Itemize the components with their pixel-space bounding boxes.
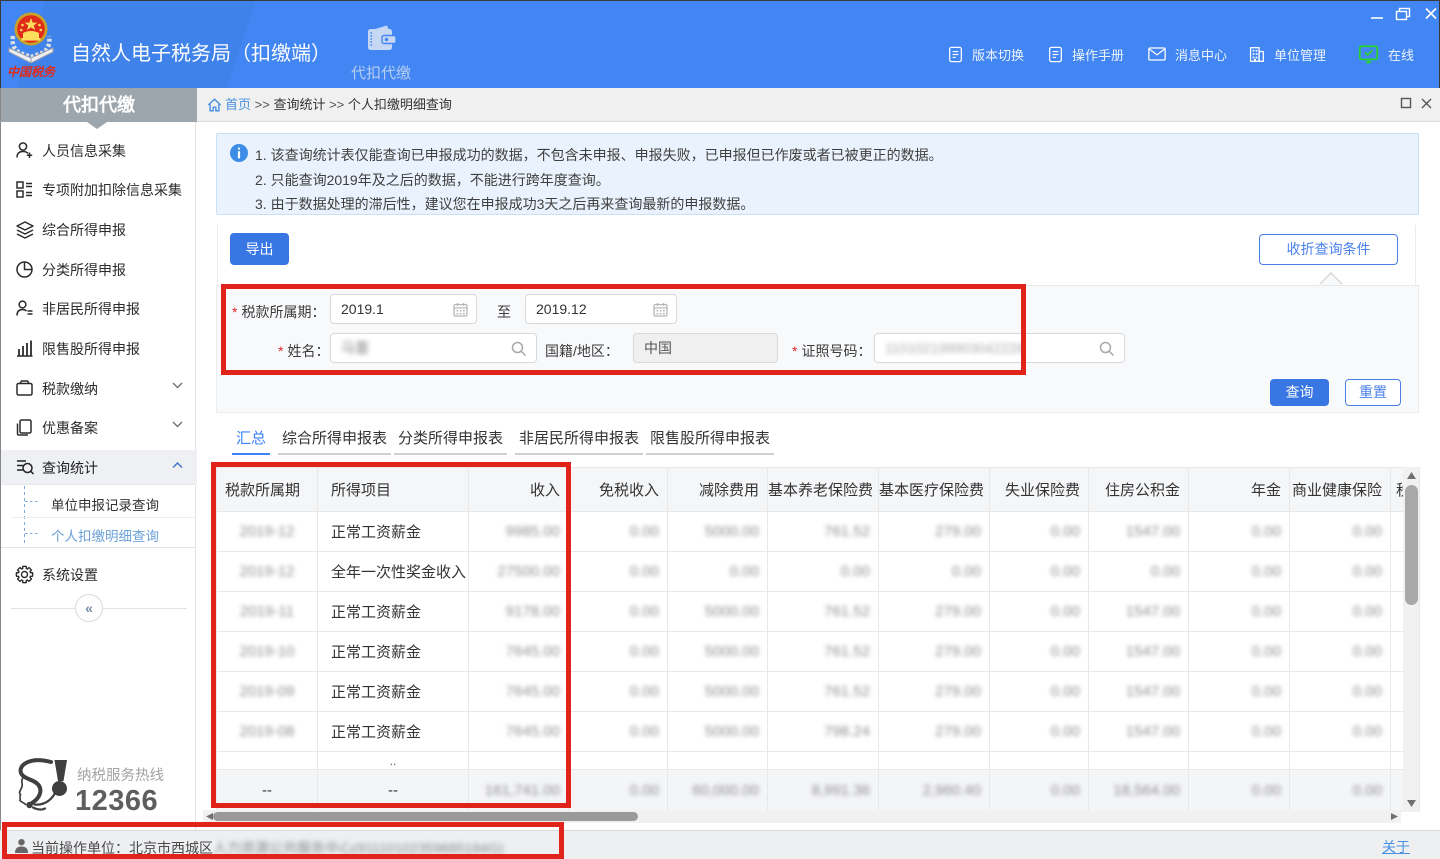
svg-text:纳税服务热线: 纳税服务热线	[77, 767, 164, 784]
svg-text:12366: 12366	[75, 785, 158, 817]
